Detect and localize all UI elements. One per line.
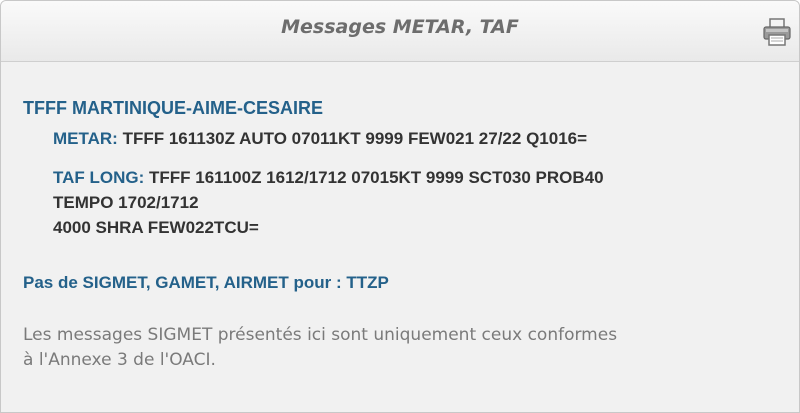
taf-line-2: TEMPO 1702/1712 (53, 193, 199, 212)
taf-line-1: TAF LONG: TFFF 161100Z 1612/1712 07015KT… (53, 167, 604, 188)
metar-taf-panel: Messages METAR, TAF TFFF MARTINIQUE-AIME… (0, 0, 800, 413)
taf-label: TAF LONG: (53, 168, 145, 187)
station-title: TFFF MARTINIQUE-AIME-CESAIRE (23, 98, 323, 118)
printer-icon (763, 18, 791, 46)
metar-line: METAR: TFFF 161130Z AUTO 07011KT 9999 FE… (53, 128, 587, 149)
sigmet-note-line-2: à l'Annexe 3 de l'OACI. (23, 350, 216, 370)
taf-text-1: TFFF 161100Z 1612/1712 07015KT 9999 SCT0… (149, 168, 604, 187)
metar-text: TFFF 161130Z AUTO 07011KT 9999 FEW021 27… (122, 129, 588, 148)
taf-line-3: 4000 SHRA FEW022TCU= (53, 218, 259, 237)
sigmet-note-line-1: Les messages SIGMET présentés ici sont u… (23, 325, 618, 345)
sigmet-status: Pas de SIGMET, GAMET, AIRMET pour : TTZP (23, 273, 389, 292)
metar-label: METAR: (53, 129, 118, 148)
messages-content: TFFF MARTINIQUE-AIME-CESAIRE METAR: TFFF… (1, 62, 799, 412)
panel-header: Messages METAR, TAF (1, 1, 799, 62)
sigmet-note: Les messages SIGMET présentés ici sont u… (23, 323, 783, 373)
print-button[interactable] (761, 17, 793, 47)
panel-title: Messages METAR, TAF (281, 16, 519, 38)
